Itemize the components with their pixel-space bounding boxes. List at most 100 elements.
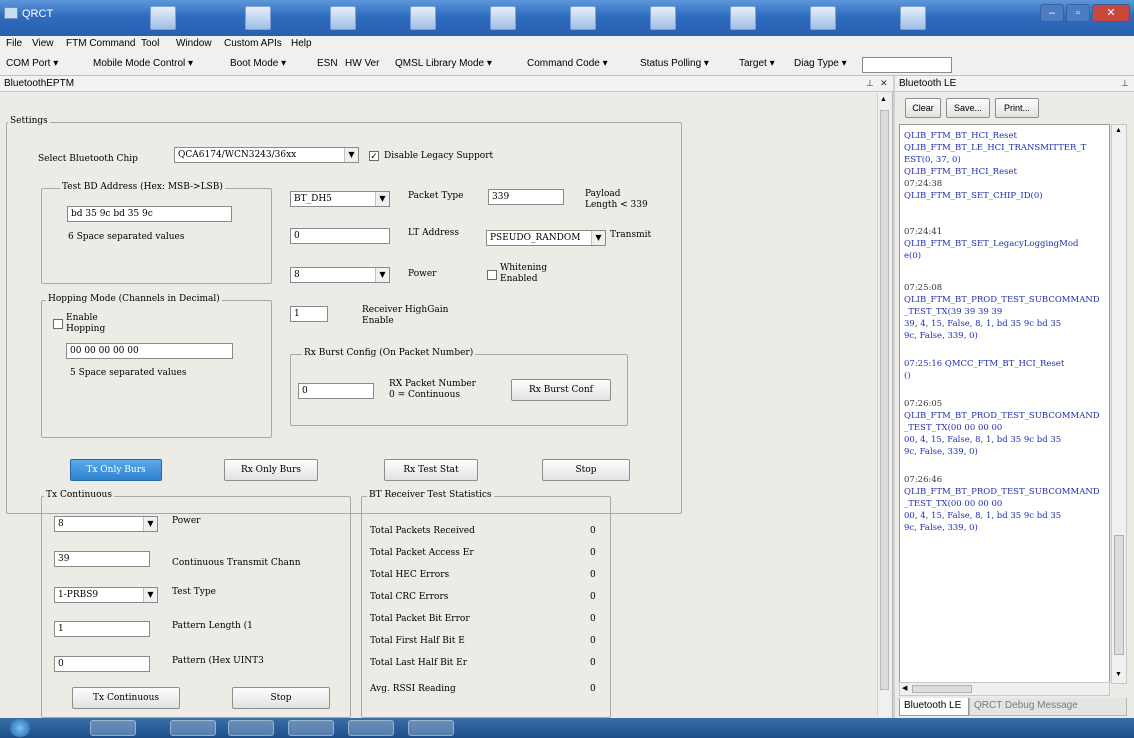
menu-file[interactable]: File	[6, 38, 22, 49]
log-line: 9c, False, 339, 0)	[904, 523, 978, 533]
toolbar-input[interactable]	[862, 57, 952, 73]
menu-view[interactable]: View	[32, 38, 54, 49]
menu-window[interactable]: Window	[176, 38, 212, 49]
toolbar-qmsl-library-mode[interactable]: QMSL Library Mode ▾	[395, 58, 492, 69]
menu-custom-apis[interactable]: Custom APIs	[224, 38, 282, 49]
print-button[interactable]: Print...	[995, 98, 1039, 118]
vertical-scrollbar[interactable]: ▲	[877, 94, 891, 716]
titlebar-decoration-icon	[570, 6, 596, 30]
rx-burst-conf-button[interactable]: Rx Burst Conf	[511, 379, 611, 401]
taskbar-app-icon[interactable]	[170, 720, 216, 736]
toolbar-esn[interactable]: ESN	[317, 58, 338, 69]
rx-burst-title: Rx Burst Config (On Packet Number)	[302, 348, 476, 358]
rx-only-burst-button[interactable]: Rx Only Burs	[224, 459, 318, 481]
channel-input[interactable]: 39	[54, 551, 150, 567]
chevron-down-icon: ▼	[143, 588, 157, 602]
tx-continuous-button[interactable]: Tx Continuous	[72, 687, 180, 709]
highgain-input[interactable]: 1	[290, 306, 328, 322]
test-type-select[interactable]: 1-PRBS9 ▼	[54, 587, 158, 603]
app-icon	[4, 7, 18, 19]
tx-power-select[interactable]: 8 ▼	[54, 516, 158, 532]
log-hscrollbar[interactable]: ◀	[899, 682, 1110, 696]
scroll-left-icon[interactable]: ◀	[902, 684, 907, 692]
scroll-thumb[interactable]	[1114, 535, 1124, 655]
toolbar-hw-ver[interactable]: HW Ver	[345, 58, 379, 69]
panel-header: BluetoothEPTM ⊥ ✕	[0, 76, 893, 92]
bd-address-input[interactable]: bd 35 9c bd 35 9c	[67, 206, 232, 222]
lt-address-input[interactable]: 0	[290, 228, 390, 244]
tx-continuous-stop-button[interactable]: Stop	[232, 687, 330, 709]
power-select[interactable]: 8 ▼	[290, 267, 390, 283]
log-line: ()	[904, 371, 911, 381]
toolbar-boot-mode[interactable]: Boot Mode ▾	[230, 58, 286, 69]
save-button[interactable]: Save...	[946, 98, 990, 118]
hopping-input[interactable]: 00 00 00 00 00	[66, 343, 233, 359]
stat-value: 0	[590, 548, 596, 558]
maximize-button[interactable]: ▫	[1066, 4, 1090, 22]
packet-type-input[interactable]: 339	[488, 189, 564, 205]
tx-only-burst-button[interactable]: Tx Only Burs	[70, 459, 162, 481]
hscroll-thumb[interactable]	[912, 685, 972, 693]
packet-type-label: Packet Type	[408, 191, 464, 201]
close-button[interactable]: ✕	[1092, 4, 1130, 22]
taskbar-app-icon[interactable]	[348, 720, 394, 736]
log-line: 07:25:16 QMCC_FTM_BT_HCI_Reset	[904, 359, 1065, 369]
stat-value: 0	[590, 592, 596, 602]
rx-test-stat-button[interactable]: Rx Test Stat	[384, 459, 478, 481]
toolbar-target[interactable]: Target ▾	[739, 58, 775, 69]
toolbar-command-code[interactable]: Command Code ▾	[527, 58, 608, 69]
close-panel-icon[interactable]: ✕	[880, 78, 888, 89]
whitening-checkbox[interactable]	[487, 270, 497, 280]
enable-hopping-checkbox[interactable]	[53, 319, 63, 329]
start-button-icon[interactable]	[10, 719, 30, 737]
pseudo-random-select[interactable]: PSEUDO_RANDOM ▼	[486, 230, 606, 246]
scroll-down-icon[interactable]: ▼	[1115, 671, 1122, 678]
stat-label: Total First Half Bit E	[370, 636, 465, 646]
disable-legacy-checkbox[interactable]: ✓	[369, 151, 379, 161]
log-line: 39, 4, 15, False, 8, 1, bd 35 9c bd 35	[904, 319, 1062, 329]
pattern-length-input[interactable]: 1	[54, 621, 150, 637]
taskbar-app-icon[interactable]	[408, 720, 454, 736]
titlebar-decoration-icon	[490, 6, 516, 30]
pin-icon[interactable]: ⊥	[866, 78, 874, 89]
scroll-up-icon[interactable]: ▲	[1115, 127, 1122, 134]
rx-stats-title: BT Receiver Test Statistics	[367, 490, 494, 500]
rx-packet-input[interactable]: 0	[298, 383, 374, 399]
tab-bluetooth-le[interactable]: Bluetooth LE	[899, 698, 969, 716]
scroll-thumb[interactable]	[880, 110, 889, 690]
menu-help[interactable]: Help	[291, 38, 312, 49]
log-scrollbar[interactable]: ▲ ▼	[1111, 124, 1127, 684]
titlebar-decoration-icon	[730, 6, 756, 30]
toolbar-com-port[interactable]: COM Port ▾	[6, 58, 58, 69]
stop-burst-button[interactable]: Stop	[542, 459, 630, 481]
bluetooth-le-panel: Bluetooth LE ⊥ Clear Save... Print... QL…	[895, 76, 1134, 718]
scroll-up-icon[interactable]: ▲	[880, 96, 887, 103]
stat-label: Avg. RSSI Reading	[370, 684, 456, 694]
log-output[interactable]: QLIB_FTM_BT_HCI_Reset QLIB_FTM_BT_LE_HCI…	[899, 124, 1110, 684]
log-line: 07:26:05	[904, 399, 943, 409]
tab-qrct-debug-message[interactable]: QRCT Debug Message	[969, 698, 1127, 716]
pin-icon[interactable]: ⊥	[1121, 78, 1129, 89]
chevron-down-icon: ▼	[143, 517, 157, 531]
clear-button[interactable]: Clear	[905, 98, 941, 118]
menu-tool[interactable]: Tool	[141, 38, 159, 49]
stat-label: Total Last Half Bit Er	[370, 658, 468, 668]
log-line: e(0)	[904, 251, 922, 261]
pattern-input[interactable]: 0	[54, 656, 150, 672]
menu-ftm-command[interactable]: FTM Command	[66, 38, 135, 49]
minimize-button[interactable]: –	[1040, 4, 1064, 22]
log-line: _TEST_TX(39 39 39 39	[904, 307, 1003, 317]
taskbar-app-icon[interactable]	[288, 720, 334, 736]
stat-value: 0	[590, 526, 596, 536]
taskbar-app-icon[interactable]	[90, 720, 136, 736]
toolbar-diag-type[interactable]: Diag Type ▾	[794, 58, 847, 69]
packet-select[interactable]: BT_DH5 ▼	[290, 191, 390, 207]
toolbar-mobile-mode-control[interactable]: Mobile Mode Control ▾	[93, 58, 193, 69]
panel-header: Bluetooth LE ⊥	[895, 76, 1134, 92]
taskbar-app-icon[interactable]	[228, 720, 274, 736]
chip-select[interactable]: QCA6174/WCN3243/36xx ▼	[174, 147, 359, 163]
titlebar-decoration-icon	[330, 6, 356, 30]
toolbar-status-polling[interactable]: Status Polling ▾	[640, 58, 709, 69]
highgain-enable-label: Enable	[362, 316, 394, 326]
titlebar-decoration-icon	[245, 6, 271, 30]
